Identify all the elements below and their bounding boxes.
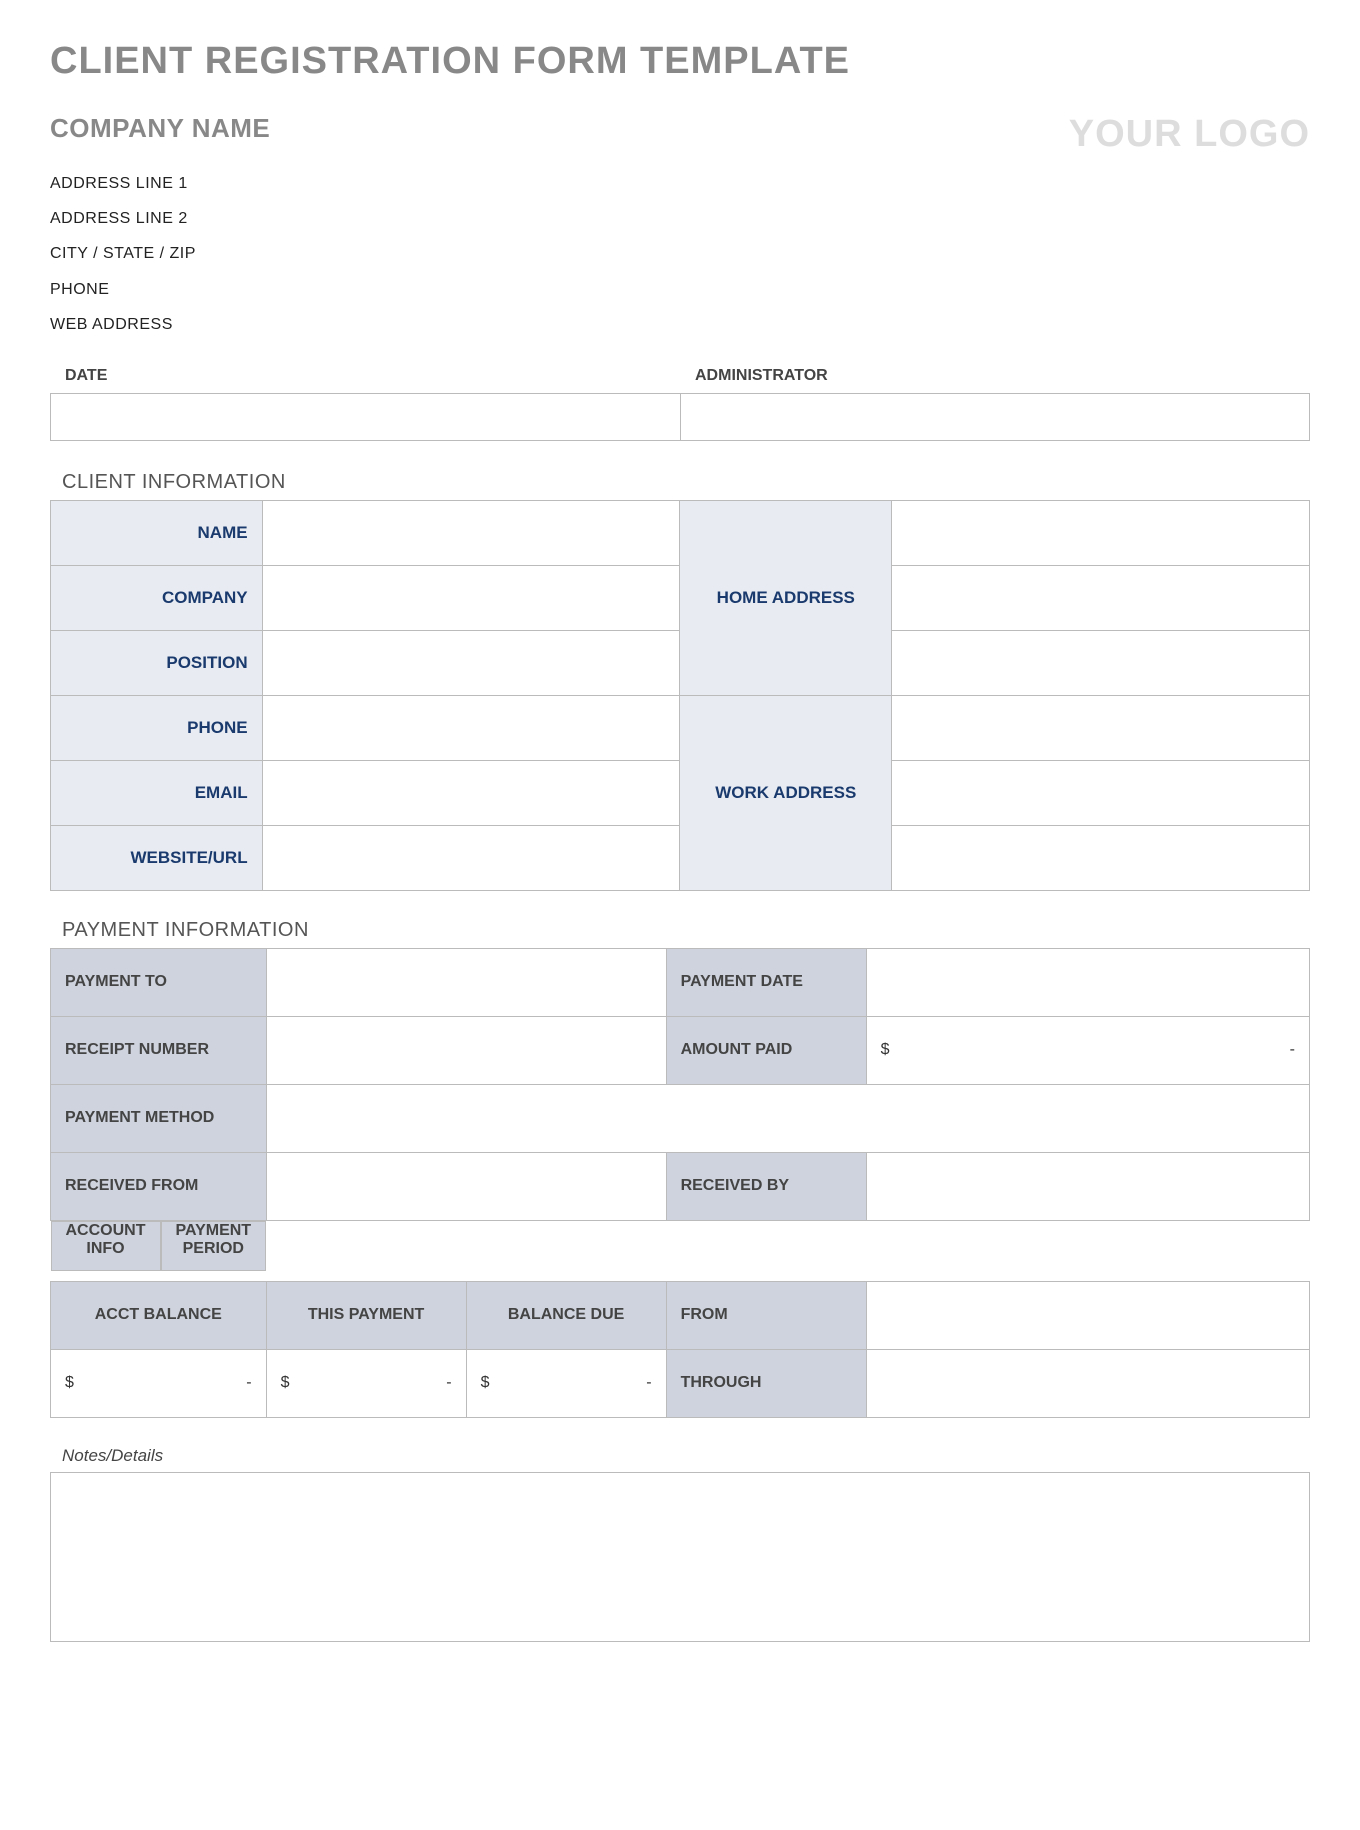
payment-info-title: PAYMENT INFORMATION — [50, 919, 1310, 948]
date-input[interactable] — [50, 393, 680, 441]
company-info-block: ADDRESS LINE 1 ADDRESS LINE 2 CITY / STA… — [50, 166, 1310, 342]
dollar-sign: $ — [481, 1374, 490, 1392]
through-input[interactable] — [866, 1349, 1309, 1417]
phone-label: PHONE — [51, 695, 263, 760]
home-address-label: HOME ADDRESS — [680, 500, 892, 695]
address-line-1: ADDRESS LINE 1 — [50, 166, 1310, 201]
balance-due-input[interactable]: $ - — [466, 1349, 666, 1417]
company-input[interactable] — [262, 565, 680, 630]
home-address-input-2[interactable] — [892, 565, 1310, 630]
payment-date-input[interactable] — [866, 948, 1309, 1016]
administrator-input[interactable] — [680, 393, 1310, 441]
email-input[interactable] — [262, 760, 680, 825]
work-address-input-2[interactable] — [892, 760, 1310, 825]
administrator-label: ADMINISTRATOR — [680, 367, 1310, 393]
payment-to-input[interactable] — [266, 948, 666, 1016]
home-address-input-1[interactable] — [892, 500, 1310, 565]
website-label: WEBSITE/URL — [51, 825, 263, 890]
amount-paid-label: AMOUNT PAID — [666, 1016, 866, 1084]
page-title: CLIENT REGISTRATION FORM TEMPLATE — [50, 40, 1310, 83]
receipt-number-label: RECEIPT NUMBER — [51, 1016, 267, 1084]
work-address-input-3[interactable] — [892, 825, 1310, 890]
dollar-sign: $ — [881, 1041, 890, 1059]
dash: - — [1290, 1041, 1295, 1059]
position-input[interactable] — [262, 630, 680, 695]
home-address-input-3[interactable] — [892, 630, 1310, 695]
dash: - — [446, 1374, 451, 1392]
balance-due-label: BALANCE DUE — [466, 1281, 666, 1349]
payment-info-table: PAYMENT TO PAYMENT DATE RECEIPT NUMBER A… — [50, 948, 1310, 1418]
phone-input[interactable] — [262, 695, 680, 760]
work-address-input-1[interactable] — [892, 695, 1310, 760]
date-admin-row: DATE ADMINISTRATOR — [50, 367, 1310, 441]
this-payment-input[interactable]: $ - — [266, 1349, 466, 1417]
company-label: COMPANY — [51, 565, 263, 630]
this-payment-label: THIS PAYMENT — [266, 1281, 466, 1349]
amount-paid-input[interactable]: $ - — [866, 1016, 1309, 1084]
city-state-zip: CITY / STATE / ZIP — [50, 236, 1310, 271]
address-line-2: ADDRESS LINE 2 — [50, 201, 1310, 236]
client-info-table: NAME HOME ADDRESS COMPANY POSITION PHONE… — [50, 500, 1310, 891]
email-label: EMAIL — [51, 760, 263, 825]
payment-date-label: PAYMENT DATE — [666, 948, 866, 1016]
received-from-input[interactable] — [266, 1152, 666, 1220]
from-label: FROM — [666, 1281, 866, 1349]
acct-balance-label: ACCT BALANCE — [51, 1281, 267, 1349]
from-input[interactable] — [866, 1281, 1309, 1349]
website-input[interactable] — [262, 825, 680, 890]
payment-method-input[interactable] — [266, 1084, 1309, 1152]
name-label: NAME — [51, 500, 263, 565]
company-name: COMPANY NAME — [50, 113, 270, 144]
phone: PHONE — [50, 272, 1310, 307]
web-address: WEB ADDRESS — [50, 307, 1310, 342]
dollar-sign: $ — [65, 1374, 74, 1392]
header-row: COMPANY NAME YOUR LOGO — [50, 113, 1310, 156]
name-input[interactable] — [262, 500, 680, 565]
acct-balance-input[interactable]: $ - — [51, 1349, 267, 1417]
received-by-label: RECEIVED BY — [666, 1152, 866, 1220]
work-address-label: WORK ADDRESS — [680, 695, 892, 890]
dash: - — [646, 1374, 651, 1392]
received-from-label: RECEIVED FROM — [51, 1152, 267, 1220]
receipt-number-input[interactable] — [266, 1016, 666, 1084]
received-by-input[interactable] — [866, 1152, 1309, 1220]
notes-input[interactable] — [50, 1472, 1310, 1642]
client-info-title: CLIENT INFORMATION — [50, 471, 1310, 500]
payment-method-label: PAYMENT METHOD — [51, 1084, 267, 1152]
position-label: POSITION — [51, 630, 263, 695]
payment-to-label: PAYMENT TO — [51, 948, 267, 1016]
dash: - — [246, 1374, 251, 1392]
date-label: DATE — [50, 367, 680, 393]
notes-label: Notes/Details — [50, 1446, 1310, 1472]
logo-placeholder: YOUR LOGO — [1069, 113, 1310, 156]
through-label: THROUGH — [666, 1349, 866, 1417]
payment-period-header: PAYMENT PERIOD — [161, 1221, 267, 1271]
account-info-header: ACCOUNT INFO — [51, 1221, 161, 1271]
dollar-sign: $ — [281, 1374, 290, 1392]
